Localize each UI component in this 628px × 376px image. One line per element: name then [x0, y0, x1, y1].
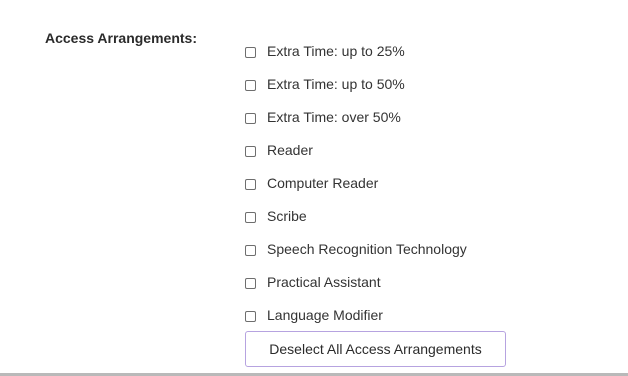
checkbox-computer-reader[interactable] [245, 179, 256, 190]
access-arrangements-options: Extra Time: up to 25% Extra Time: up to … [245, 36, 467, 333]
option-speech-recognition[interactable]: Speech Recognition Technology [245, 234, 467, 267]
option-label: Reader [267, 141, 313, 158]
option-language-modifier[interactable]: Language Modifier [245, 300, 467, 333]
option-label: Extra Time: up to 50% [267, 75, 405, 92]
option-label: Speech Recognition Technology [267, 240, 467, 257]
option-extra-time-50[interactable]: Extra Time: up to 50% [245, 69, 467, 102]
checkbox-reader[interactable] [245, 146, 256, 157]
checkbox-extra-time-50[interactable] [245, 80, 256, 91]
checkbox-extra-time-25[interactable] [245, 47, 256, 58]
checkbox-language-modifier[interactable] [245, 311, 256, 322]
checkbox-speech-recognition[interactable] [245, 245, 256, 256]
option-extra-time-over-50[interactable]: Extra Time: over 50% [245, 102, 467, 135]
option-label: Language Modifier [267, 306, 383, 323]
checkbox-scribe[interactable] [245, 212, 256, 223]
checkbox-practical-assistant[interactable] [245, 278, 256, 289]
option-label: Extra Time: over 50% [267, 108, 401, 125]
option-label: Extra Time: up to 25% [267, 42, 405, 59]
option-extra-time-25[interactable]: Extra Time: up to 25% [245, 36, 467, 69]
deselect-all-button[interactable]: Deselect All Access Arrangements [245, 331, 506, 367]
option-label: Computer Reader [267, 174, 379, 191]
option-label: Scribe [267, 207, 307, 224]
option-label: Practical Assistant [267, 273, 381, 290]
option-computer-reader[interactable]: Computer Reader [245, 168, 467, 201]
option-practical-assistant[interactable]: Practical Assistant [245, 267, 467, 300]
access-arrangements-panel: Access Arrangements: Extra Time: up to 2… [0, 0, 628, 374]
option-reader[interactable]: Reader [245, 135, 467, 168]
option-scribe[interactable]: Scribe [245, 201, 467, 234]
checkbox-extra-time-over-50[interactable] [245, 113, 256, 124]
access-arrangements-label: Access Arrangements: [45, 30, 197, 46]
